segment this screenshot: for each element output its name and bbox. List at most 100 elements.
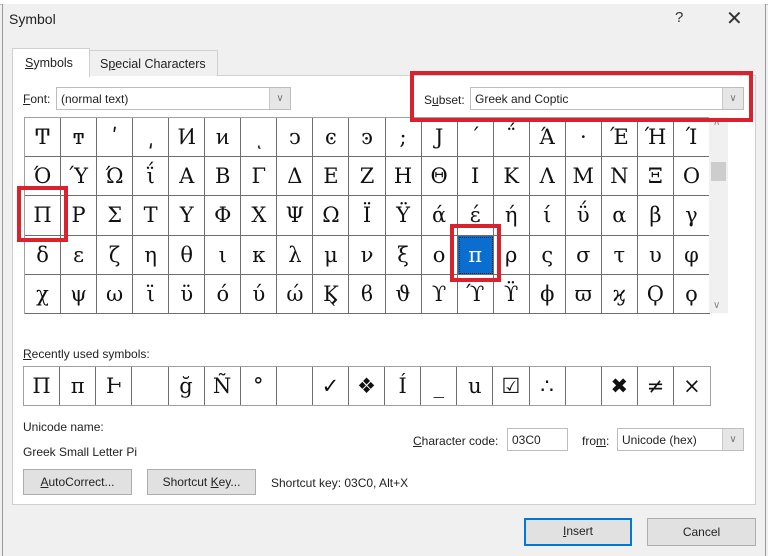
symbol-cell[interactable]: Ϙ	[637, 274, 674, 314]
symbol-cell[interactable]: ς	[529, 235, 566, 275]
symbol-cell[interactable]: ϑ	[385, 274, 422, 314]
symbol-cell[interactable]: ξ	[385, 235, 422, 275]
symbol-cell[interactable]: ΅	[493, 118, 530, 158]
symbol-cell[interactable]: Ά	[529, 118, 566, 158]
recent-symbol-cell[interactable]	[132, 367, 169, 405]
symbol-cell[interactable]: ͼ	[313, 118, 350, 158]
symbol-cell[interactable]: Ζ	[349, 157, 386, 197]
grid-scrollbar[interactable]: ∧ ∨	[709, 117, 728, 313]
symbol-cell[interactable]: ͽ	[349, 118, 386, 158]
symbol-cell[interactable]: Τ	[133, 196, 170, 236]
symbol-cell[interactable]: ;	[385, 118, 422, 158]
tab-symbols[interactable]: Symbols	[12, 48, 90, 77]
symbol-cell[interactable]: Φ	[205, 196, 242, 236]
shortcut-key-button[interactable]: Shortcut Key...	[147, 469, 256, 495]
recent-symbol-cell[interactable]	[566, 367, 602, 405]
recent-symbol-cell[interactable]: ✓	[313, 367, 350, 405]
symbol-cell[interactable]: Ρ	[61, 196, 98, 236]
recent-symbol-cell[interactable]: Ñ	[205, 367, 241, 405]
chevron-down-icon[interactable]: ∨	[269, 88, 290, 109]
symbol-cell[interactable]: λ	[277, 235, 314, 275]
insert-button[interactable]: Insert	[524, 518, 632, 546]
symbol-cell[interactable]: Ο	[673, 157, 710, 197]
symbol-cell[interactable]: ε	[61, 235, 98, 275]
cancel-button[interactable]: Cancel	[647, 518, 756, 546]
symbol-cell[interactable]: Ω	[313, 196, 350, 236]
recent-symbol-cell[interactable]: Ⱶ	[96, 367, 133, 405]
chevron-up-icon[interactable]: ∧	[713, 117, 720, 128]
recent-symbol-cell[interactable]: _	[421, 367, 458, 405]
scrollbar-thumb[interactable]	[711, 162, 726, 181]
symbol-cell[interactable]: ζ	[97, 235, 134, 275]
symbol-cell[interactable]: Λ	[529, 157, 566, 197]
chevron-down-icon[interactable]: ∨	[722, 88, 743, 109]
symbol-cell[interactable]: Σ	[97, 196, 134, 236]
symbol-cell[interactable]: ω	[97, 274, 134, 314]
symbol-cell[interactable]: Έ	[601, 118, 638, 158]
symbol-cell[interactable]: ·	[565, 118, 602, 158]
recent-symbol-cell[interactable]	[277, 367, 313, 405]
symbol-cell[interactable]: Θ	[421, 157, 458, 197]
symbol-cell[interactable]: Β	[205, 157, 242, 197]
help-button[interactable]: ?	[675, 9, 683, 26]
recent-symbol-cell[interactable]: ✖	[602, 367, 638, 405]
symbol-cell[interactable]: Χ	[241, 196, 278, 236]
recent-symbol-cell[interactable]: ğ	[168, 367, 205, 405]
font-dropdown[interactable]: (normal text) ∨	[56, 87, 291, 110]
symbol-cell[interactable]: ψ	[61, 274, 98, 314]
symbol-cell[interactable]: Ͷ	[169, 118, 206, 158]
symbol-cell[interactable]: ΄	[457, 118, 494, 158]
symbol-cell[interactable]: ώ	[277, 274, 314, 314]
recent-symbol-cell[interactable]: u	[457, 367, 494, 405]
symbol-cell[interactable]: ϒ	[421, 274, 458, 314]
symbol-cell[interactable]: ϕ	[529, 274, 566, 314]
symbol-cell[interactable]: Ή	[637, 118, 674, 158]
symbol-cell[interactable]: θ	[169, 235, 206, 275]
symbol-cell[interactable]: Κ	[493, 157, 530, 197]
symbol-cell[interactable]: Ϊ	[349, 196, 386, 236]
recent-symbol-cell[interactable]: Í	[385, 367, 422, 405]
symbol-cell[interactable]: ͷ	[205, 118, 242, 158]
symbol-cell[interactable]: ϔ	[493, 274, 530, 314]
recent-symbol-cell[interactable]: Π	[24, 367, 61, 405]
symbol-cell[interactable]: ϐ	[349, 274, 386, 314]
symbol-cell[interactable]: Μ	[565, 157, 602, 197]
recent-symbol-cell[interactable]: ≠	[638, 367, 674, 405]
symbol-cell[interactable]: χ	[25, 274, 62, 314]
symbol-cell[interactable]: η	[133, 235, 170, 275]
symbol-cell[interactable]: τ	[601, 235, 638, 275]
symbol-cell[interactable]: Ι	[457, 157, 494, 197]
recent-symbol-cell[interactable]: π	[60, 367, 97, 405]
symbol-cell[interactable]: Η	[385, 157, 422, 197]
character-code-input[interactable]: 03C0	[507, 428, 568, 451]
symbol-cell[interactable]: φ	[673, 235, 710, 275]
symbol-cell[interactable]: ι	[205, 235, 242, 275]
symbol-cell[interactable]: μ	[313, 235, 350, 275]
symbol-cell[interactable]: ʹ	[97, 118, 134, 158]
from-dropdown[interactable]: Unicode (hex) ∨	[617, 428, 744, 451]
recent-symbol-cell[interactable]: °	[241, 367, 277, 405]
recent-symbol-cell[interactable]: ×	[674, 367, 710, 405]
symbol-cell[interactable]: σ	[565, 235, 602, 275]
symbol-cell[interactable]: π	[457, 235, 494, 275]
symbol-cell[interactable]: ρ	[493, 235, 530, 275]
symbol-cell[interactable]: ͳ	[61, 118, 98, 158]
symbol-cell[interactable]: Ε	[313, 157, 350, 197]
symbol-cell[interactable]: Ϳ	[421, 118, 458, 158]
symbol-cell[interactable]: ο	[421, 235, 458, 275]
symbol-cell[interactable]: ͺ	[241, 118, 278, 158]
symbol-cell[interactable]: ύ	[241, 274, 278, 314]
symbol-cell[interactable]: δ	[25, 235, 62, 275]
symbol-cell[interactable]: ϊ	[133, 274, 170, 314]
symbol-cell[interactable]: Δ	[277, 157, 314, 197]
symbol-cell[interactable]: Π	[25, 196, 62, 236]
chevron-down-icon[interactable]: ∨	[713, 300, 720, 311]
symbol-cell[interactable]: Υ	[169, 196, 206, 236]
symbol-cell[interactable]: ό	[205, 274, 242, 314]
symbol-cell[interactable]: ϖ	[565, 274, 602, 314]
symbol-cell[interactable]: ͻ	[277, 118, 314, 158]
symbol-cell[interactable]: Ν	[601, 157, 638, 197]
symbol-cell[interactable]: ϋ	[169, 274, 206, 314]
symbol-cell[interactable]: Ϋ	[385, 196, 422, 236]
chevron-down-icon[interactable]: ∨	[722, 429, 743, 450]
